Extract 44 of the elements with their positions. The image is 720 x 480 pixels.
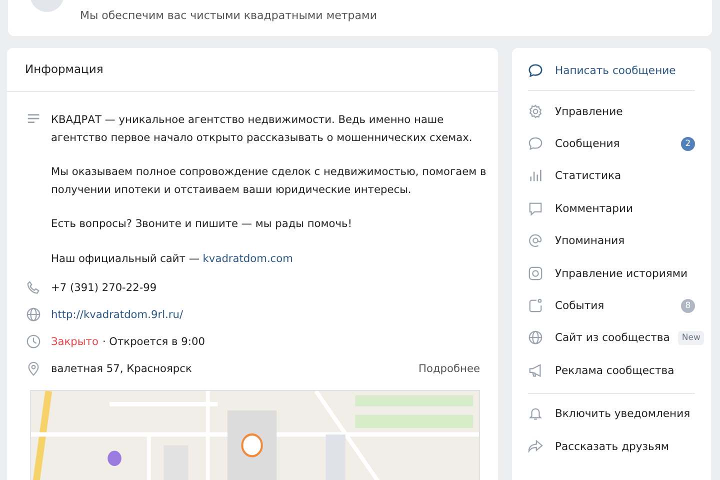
menu-item[interactable]: Упоминания bbox=[512, 224, 711, 257]
stories-icon bbox=[528, 266, 543, 281]
counter-badge: 8 bbox=[681, 298, 695, 313]
menu-item[interactable]: Статистика bbox=[512, 160, 711, 192]
counter-badge: 2 bbox=[681, 136, 695, 151]
contact-text: · Откроется в 9:00 bbox=[102, 336, 205, 348]
calendar-icon bbox=[528, 298, 543, 314]
menu-item[interactable]: Управление историями bbox=[512, 256, 711, 290]
more-link[interactable]: Подробнее bbox=[418, 362, 480, 374]
phone-icon bbox=[26, 280, 41, 295]
bell-icon bbox=[528, 406, 543, 422]
contact-text: +7 (391) 270-22-99 bbox=[51, 282, 157, 294]
site-label: Наш официальный сайт — bbox=[51, 252, 200, 264]
description-paragraph: КВАДРАТ — уникальное агентство недвижимости. Ведь именно наше агентство первое начало открыто рассказывать о мошеннических схемах. bbox=[51, 113, 474, 146]
closed-status: Закрыто bbox=[51, 336, 98, 348]
share-arrow-icon bbox=[528, 438, 543, 454]
site-link[interactable]: kvadratdom.com bbox=[202, 252, 293, 264]
menu-item[interactable]: Рассказать друзьям bbox=[512, 430, 711, 462]
menu-item[interactable]: Сайт из сообщества New bbox=[512, 322, 711, 354]
community-status: Мы обеспечим вас чистыми квадратными метрами bbox=[80, 9, 377, 22]
menu-item[interactable]: Реклама сообщества bbox=[512, 354, 711, 387]
description-paragraph: Есть вопросы? Звоните и пишите — мы рады помочь! bbox=[51, 217, 354, 232]
menu-item[interactable]: События 8 bbox=[512, 289, 711, 322]
menu-item[interactable]: Включить уведомления bbox=[512, 398, 711, 430]
menu-item[interactable]: Управление bbox=[512, 95, 711, 128]
description-paragraph: Мы оказываем полное сопровождение сделок с недвижимостью, помогаем в получении ипотеки и отстаиваем ваши юридические интересы. bbox=[51, 165, 488, 198]
bar-chart-icon bbox=[528, 168, 543, 184]
megaphone-icon bbox=[528, 362, 543, 378]
new-tag: New bbox=[678, 330, 704, 345]
at-sign-icon bbox=[528, 233, 543, 248]
contact-text: валетная 57, Красноярск bbox=[51, 362, 192, 374]
settings-icon bbox=[528, 104, 543, 119]
menu-item[interactable]: Комментарии bbox=[512, 192, 711, 225]
section-title: Информация bbox=[7, 48, 498, 92]
write-message-link[interactable]: Написать сообщение bbox=[512, 56, 711, 84]
menu-item[interactable]: Сообщения 2 bbox=[512, 127, 711, 160]
website-link[interactable]: http://kvadratdom.9rl.ru/ bbox=[51, 308, 184, 320]
clock-icon bbox=[26, 334, 41, 349]
location-pin-icon bbox=[26, 361, 41, 376]
chat-bubble-icon bbox=[528, 62, 543, 78]
chat-bubble-icon bbox=[528, 136, 543, 152]
globe-icon bbox=[26, 307, 41, 322]
comment-icon bbox=[528, 200, 543, 216]
globe-icon bbox=[528, 330, 543, 346]
